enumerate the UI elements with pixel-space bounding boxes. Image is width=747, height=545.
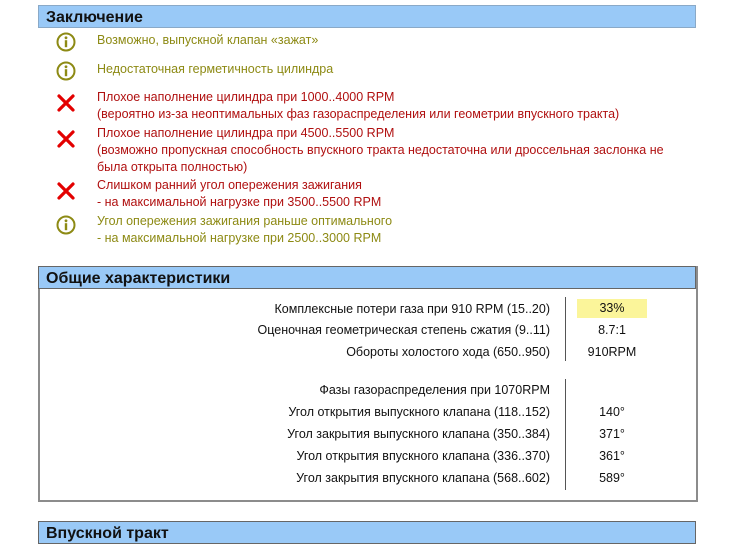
intake-close-value: 589°	[599, 471, 625, 485]
spec-label: Угол открытия выпускного клапана (118..1…	[288, 405, 550, 419]
specs-title: Общие характеристики	[46, 270, 231, 287]
conclusion-title: Заключение	[46, 9, 143, 26]
conclusion-header: Заключение	[38, 5, 696, 28]
conclusion-text: Слишком ранний угол опережения зажигания…	[97, 178, 382, 209]
conclusion-text: Возможно, выпускной клапан «зажат»	[97, 33, 319, 47]
info-icon	[56, 215, 76, 235]
idle-rpm-value: 910RPM	[587, 345, 637, 359]
info-icon	[56, 32, 76, 52]
spec-label: Угол закрытия выпускного клапана (350..3…	[287, 427, 550, 441]
spec-label: Фазы газораспределения при 1070RPM	[319, 383, 550, 397]
error-cross-icon	[57, 130, 75, 148]
compression-value: 8.7:1	[598, 323, 626, 337]
conclusion-text: Плохое наполнение цилиндра при 1000..400…	[97, 90, 620, 121]
spec-label: Угол закрытия впускного клапана (568..60…	[296, 471, 550, 485]
gas-loss-value: 33%	[577, 299, 647, 318]
intake-open-value: 361°	[599, 449, 625, 463]
info-icon	[56, 61, 76, 81]
spec-label: Угол открытия впускного клапана (336..37…	[296, 449, 550, 463]
exhaust-close-value: 371°	[599, 427, 625, 441]
intake-title: Впускной тракт	[46, 525, 169, 542]
conclusion-text: Угол опережения зажигания раньше оптимал…	[97, 214, 393, 245]
exhaust-open-value: 140°	[599, 405, 625, 419]
conclusion-text: Недостаточная герметичность цилиндра	[97, 62, 334, 76]
spec-label: Оценочная геометрическая степень сжатия …	[257, 323, 551, 337]
error-cross-icon	[57, 94, 75, 112]
spec-label: Обороты холостого хода (650..950)	[346, 345, 550, 359]
error-cross-icon	[57, 182, 75, 200]
conclusion-text: Плохое наполнение цилиндра при 4500..550…	[97, 126, 664, 174]
specs-header: Общие характеристики	[38, 266, 696, 289]
intake-header: Впускной тракт	[38, 521, 696, 544]
column-divider	[565, 297, 566, 361]
column-divider	[565, 379, 566, 490]
spec-label: Комплексные потери газа при 910 RPM (15.…	[274, 302, 551, 316]
